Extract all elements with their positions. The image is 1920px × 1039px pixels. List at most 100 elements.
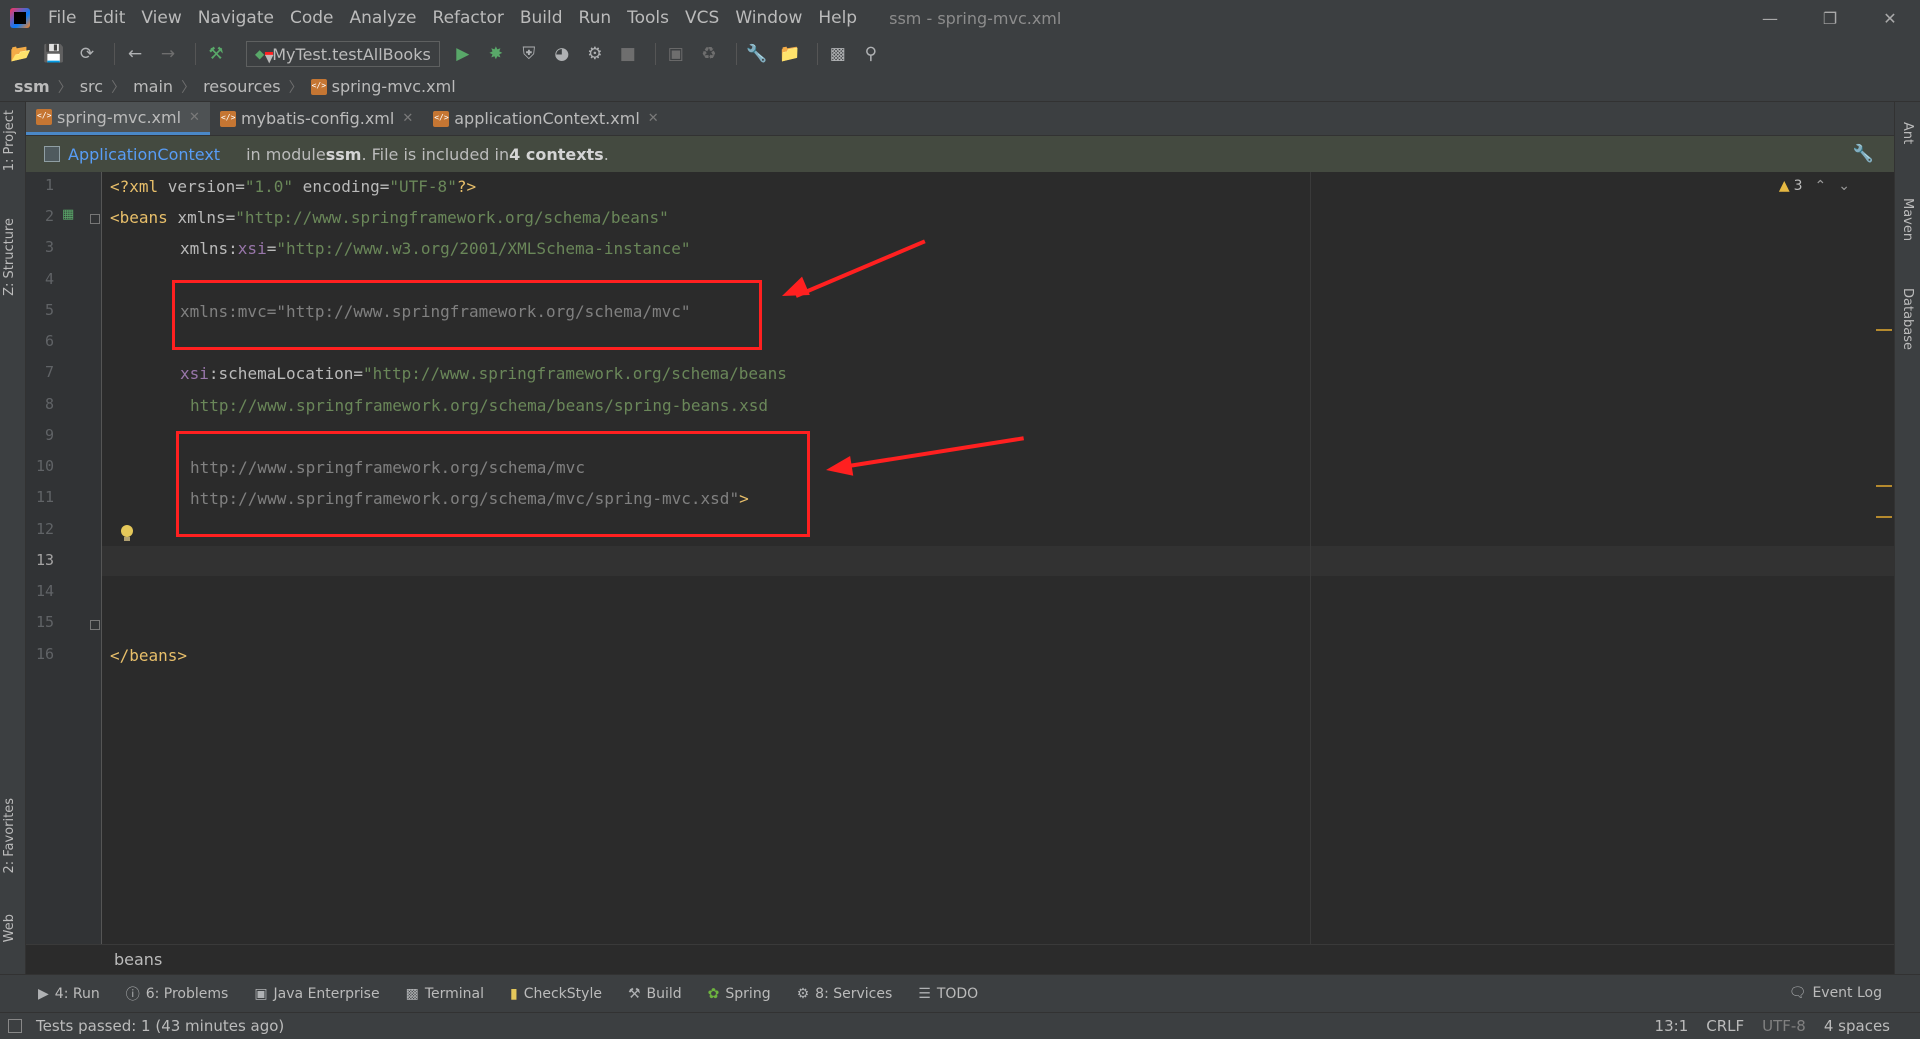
services-tool-button[interactable]: ⚙ 8: Services <box>797 986 893 1002</box>
build-hammer-icon[interactable]: ⚒ <box>203 41 229 67</box>
problems-tool-button[interactable]: ⓘ 6: Problems <box>126 984 229 1004</box>
forward-arrow-icon[interactable]: → <box>155 41 181 67</box>
tool-label: 4: Run <box>54 985 100 1002</box>
save-icon[interactable]: 💾 <box>41 41 67 67</box>
wrench-icon[interactable]: 🔧 <box>1853 144 1874 164</box>
sync-icon[interactable]: ⟳ <box>74 41 100 67</box>
left-tool-strip: 1: Project Z: Structure 2: Favorites Web <box>0 102 26 974</box>
settings-wrench-icon[interactable]: 🔧 <box>744 41 770 67</box>
ant-tool-button[interactable]: Ant <box>1900 122 1915 144</box>
project-structure-icon[interactable]: 📁 <box>777 41 803 67</box>
structure-crumb-beans[interactable]: beans <box>114 950 162 969</box>
minimize-button[interactable]: — <box>1740 0 1800 36</box>
xml-file-icon <box>433 110 450 127</box>
breadcrumb-file[interactable]: spring-mvc.xml <box>332 77 456 96</box>
menu-navigate[interactable]: Navigate <box>190 0 282 36</box>
right-tool-strip: Ant Maven Database <box>1894 102 1920 974</box>
debug-bug-icon[interactable]: ✸ <box>483 41 509 67</box>
menu-build[interactable]: Build <box>512 0 571 36</box>
xml-token: = <box>353 364 364 383</box>
close-button[interactable]: ✕ <box>1860 0 1920 36</box>
event-log-button[interactable]: 🗨 Event Log <box>1789 985 1882 1001</box>
menu-analyze[interactable]: Analyze <box>342 0 425 36</box>
status-widgets: 13:1 CRLF UTF-8 4 spaces <box>1637 1017 1890 1035</box>
breadcrumb-src[interactable]: src <box>80 77 103 96</box>
terminal-tool-button[interactable]: ▩ Terminal <box>406 986 484 1002</box>
favorites-tool-button[interactable]: 2: Favorites <box>2 798 17 874</box>
navigation-breadcrumb: ssm 〉 src 〉 main 〉 resources 〉 spring-mv… <box>0 72 1920 102</box>
chevron-right-icon: 〉 <box>181 79 196 96</box>
editor-structure-breadcrumb[interactable]: beans <box>26 944 1894 974</box>
file-encoding[interactable]: UTF-8 <box>1762 1017 1806 1035</box>
restore-button[interactable]: ❐ <box>1800 0 1860 36</box>
breadcrumb-project[interactable]: ssm <box>14 77 50 96</box>
code-editor[interactable]: 1 2 3 4 5 6 7 8 9 10 11 12 13 14 15 16 ▦… <box>26 172 1894 944</box>
open-folder-icon[interactable]: 📂 <box>8 41 34 67</box>
menu-run[interactable]: Run <box>571 0 620 36</box>
spring-bean-gutter-icon[interactable]: ▦ <box>62 207 80 223</box>
coverage-icon[interactable]: ⛨ <box>516 41 542 67</box>
menu-file[interactable]: File <box>40 0 84 36</box>
menu-edit[interactable]: Edit <box>84 0 133 36</box>
xml-token: "http://www.springframework.org/schema/b… <box>235 208 669 227</box>
project-tool-button[interactable]: 1: Project <box>2 110 17 171</box>
build-tool-button[interactable]: ⚒ Build <box>628 986 682 1002</box>
stop-icon[interactable]: ■ <box>615 41 641 67</box>
build-artifact-icon[interactable]: ⚙ <box>582 41 608 67</box>
code-line: <beans xmlns="http://www.springframework… <box>110 207 669 229</box>
search-icon[interactable]: ⚲ <box>858 41 884 67</box>
scrollbar-warning-mark[interactable] <box>1876 516 1892 518</box>
xml-token: = <box>225 208 236 227</box>
web-tool-button[interactable]: Web <box>2 914 17 942</box>
java-enterprise-tool-button[interactable]: ▣ Java Enterprise <box>254 986 379 1002</box>
attach-debugger-icon[interactable]: ▣ <box>663 41 689 67</box>
run-tool-button[interactable]: ▶ 4: Run <box>38 986 100 1002</box>
spring-tool-button[interactable]: ✿ Spring <box>708 986 771 1002</box>
xml-token: = <box>235 177 245 196</box>
database-tool-button[interactable]: Database <box>1900 288 1915 350</box>
tab-label: spring-mvc.xml <box>57 107 182 127</box>
tab-mybatis-config-xml[interactable]: mybatis-config.xml ✕ <box>210 102 423 135</box>
application-context-link[interactable]: ApplicationContext <box>68 145 220 164</box>
close-icon[interactable]: ✕ <box>189 110 200 125</box>
structure-tool-button[interactable]: Z: Structure <box>2 218 17 296</box>
close-icon[interactable]: ✕ <box>402 111 413 126</box>
tab-spring-mvc-xml[interactable]: spring-mvc.xml ✕ <box>26 102 210 135</box>
chevron-down-icon[interactable]: ⌄ <box>1838 178 1850 194</box>
checkstyle-tool-button[interactable]: ▮ CheckStyle <box>510 986 602 1002</box>
indent-setting[interactable]: 4 spaces <box>1824 1017 1890 1035</box>
fold-marker-icon[interactable] <box>90 620 100 630</box>
run-configuration-select[interactable]: ◆ MyTest.testAllBooks ▼ <box>246 41 440 67</box>
menu-view[interactable]: View <box>133 0 189 36</box>
tool-windows-toggle-icon[interactable] <box>8 1019 22 1033</box>
update-running-icon[interactable]: ♻ <box>696 41 722 67</box>
close-icon[interactable]: ✕ <box>648 111 659 126</box>
terminal-window-icon[interactable]: ▩ <box>825 41 851 67</box>
scrollbar-warning-mark[interactable] <box>1876 329 1892 331</box>
back-arrow-icon[interactable]: ← <box>122 41 148 67</box>
caret-position[interactable]: 13:1 <box>1655 1017 1689 1035</box>
maven-tool-button[interactable]: Maven <box>1900 198 1915 241</box>
breadcrumb-main[interactable]: main <box>133 77 173 96</box>
menu-tools[interactable]: Tools <box>619 0 677 36</box>
breadcrumb-resources[interactable]: resources <box>203 77 281 96</box>
run-icon[interactable]: ▶ <box>450 41 476 67</box>
profile-icon[interactable]: ◕ <box>549 41 575 67</box>
status-message[interactable]: Tests passed: 1 (43 minutes ago) <box>36 1017 284 1035</box>
line-number: 11 <box>35 488 54 506</box>
java-enterprise-icon: ▣ <box>254 985 268 1002</box>
menu-vcs[interactable]: VCS <box>677 0 727 36</box>
menu-window[interactable]: Window <box>727 0 810 36</box>
line-separator[interactable]: CRLF <box>1706 1017 1744 1035</box>
inspection-widget[interactable]: ▲ 3 ⌃ ⌄ <box>1779 178 1850 194</box>
editor-tabs: spring-mvc.xml ✕ mybatis-config.xml ✕ ap… <box>26 102 1894 136</box>
menu-code[interactable]: Code <box>282 0 342 36</box>
scrollbar-warning-mark[interactable] <box>1876 485 1892 487</box>
menu-refactor[interactable]: Refactor <box>425 0 512 36</box>
chevron-up-icon[interactable]: ⌃ <box>1815 178 1827 194</box>
lightbulb-icon[interactable] <box>120 525 134 541</box>
fold-marker-icon[interactable] <box>90 214 100 224</box>
tab-applicationcontext-xml[interactable]: applicationContext.xml ✕ <box>423 102 668 135</box>
todo-tool-button[interactable]: ☰ TODO <box>918 986 978 1002</box>
menu-help[interactable]: Help <box>810 0 865 36</box>
